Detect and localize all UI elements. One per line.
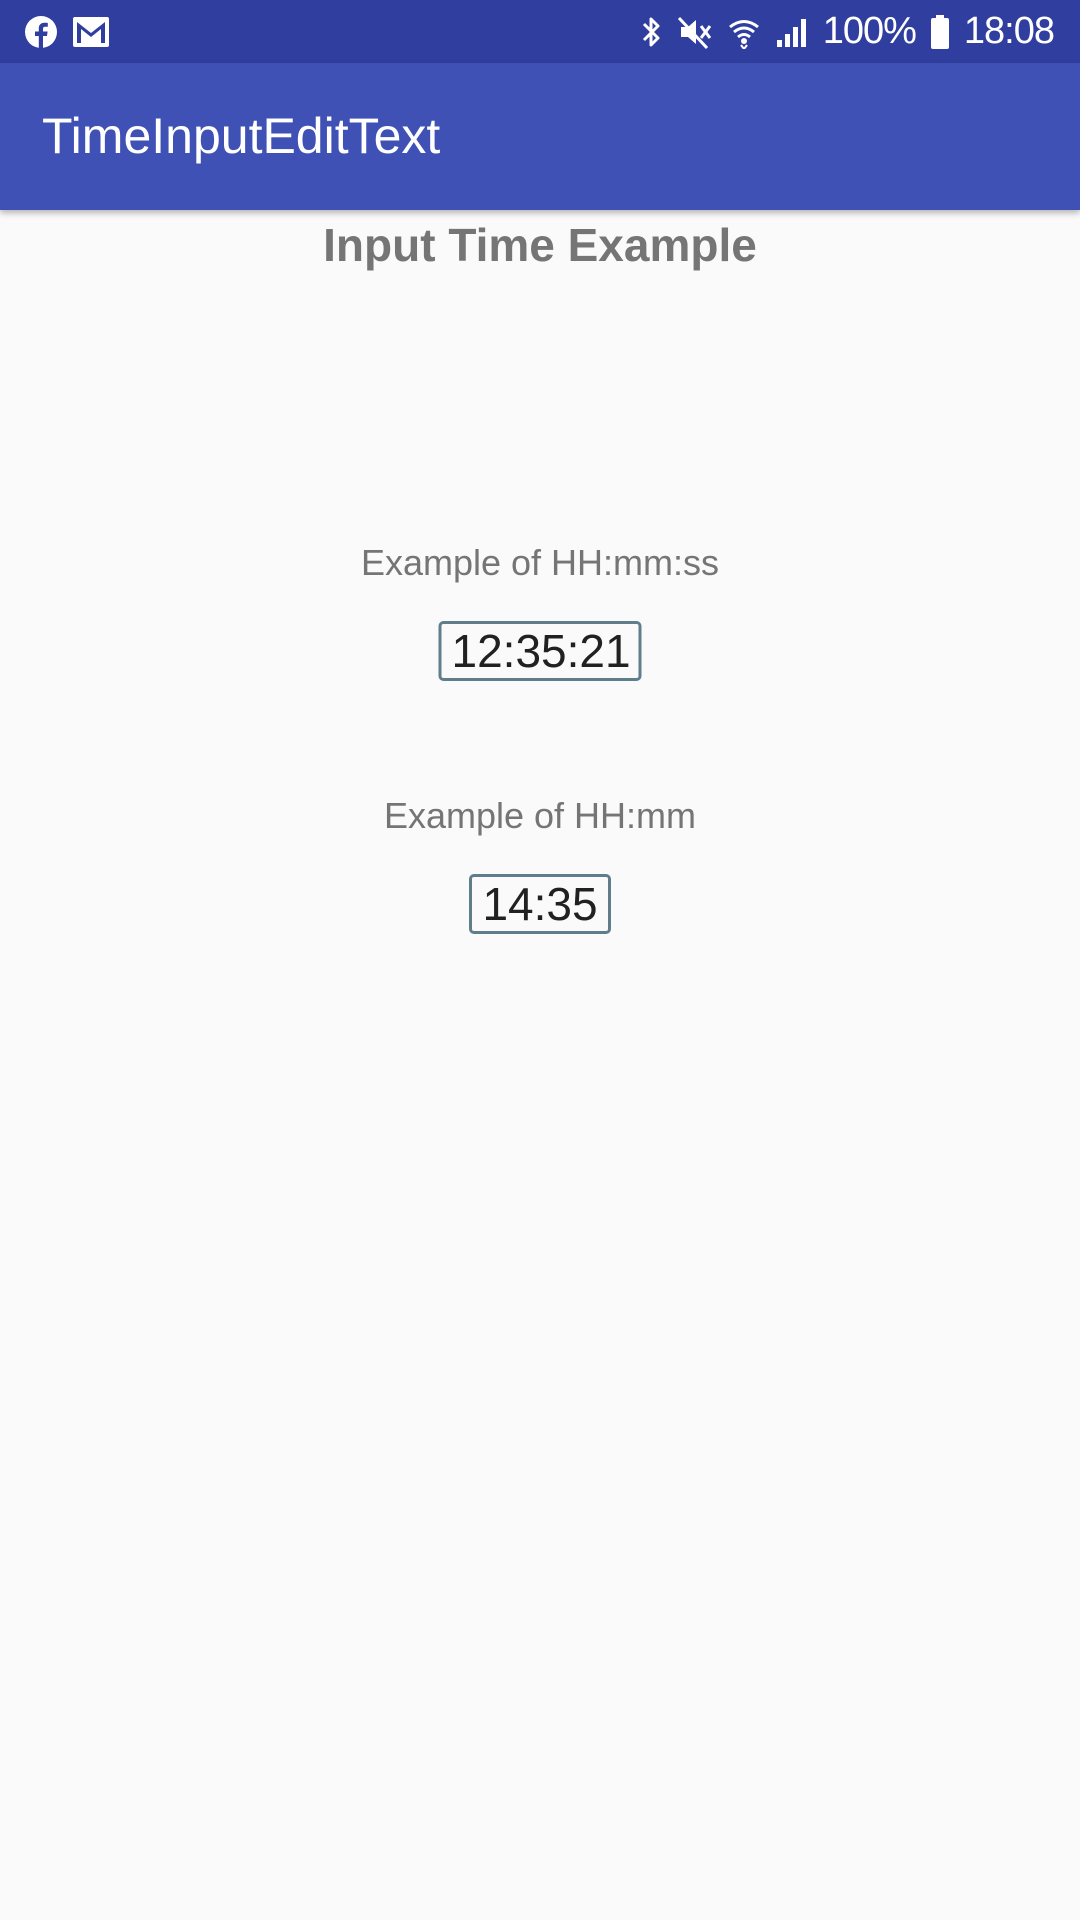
hhmmss-time-input[interactable] [438, 621, 642, 681]
bluetooth-icon [642, 17, 660, 46]
hhmm-time-input[interactable] [469, 874, 611, 934]
main-content: Input Time Example Example of HH:mm:ss E… [0, 210, 1080, 1920]
vibrate-icon [677, 16, 711, 49]
wifi-icon [728, 19, 759, 49]
status-bar: 100% 18:08 [0, 0, 1080, 63]
system-icons: 100% 18:08 [627, 10, 1055, 53]
facebook-icon [25, 15, 57, 48]
battery-icon [930, 14, 949, 49]
battery-percent: 100% [822, 10, 917, 52]
status-time: 18:08 [963, 10, 1055, 52]
app-title: TimeInputEditText [42, 108, 441, 164]
hhmm-label: Example of HH:mm [383, 795, 697, 836]
gmail-icon [73, 16, 109, 47]
app-bar: TimeInputEditText [0, 63, 1080, 210]
page-heading: Input Time Example [323, 219, 757, 271]
hhmmss-label: Example of HH:mm:ss [360, 542, 720, 583]
notification-icons [24, 15, 124, 49]
signal-icon [776, 18, 806, 47]
